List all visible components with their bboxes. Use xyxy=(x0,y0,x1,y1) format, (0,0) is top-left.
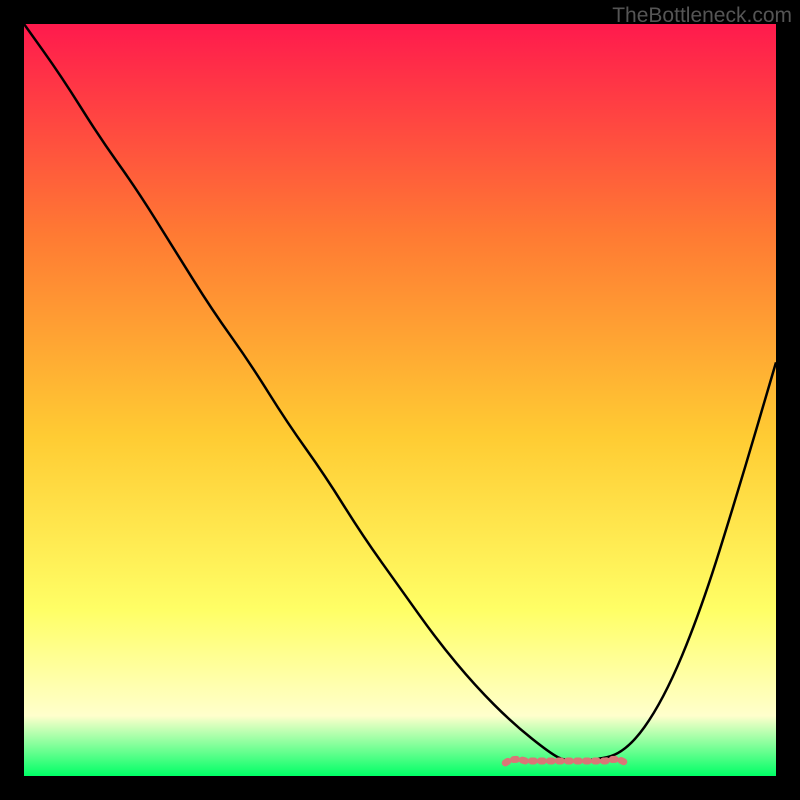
curve-svg xyxy=(24,24,776,776)
chart-plot-area xyxy=(24,24,776,776)
bottleneck-curve-line xyxy=(24,24,776,761)
watermark-text: TheBottleneck.com xyxy=(612,4,792,28)
optimal-range-marker xyxy=(505,759,625,763)
